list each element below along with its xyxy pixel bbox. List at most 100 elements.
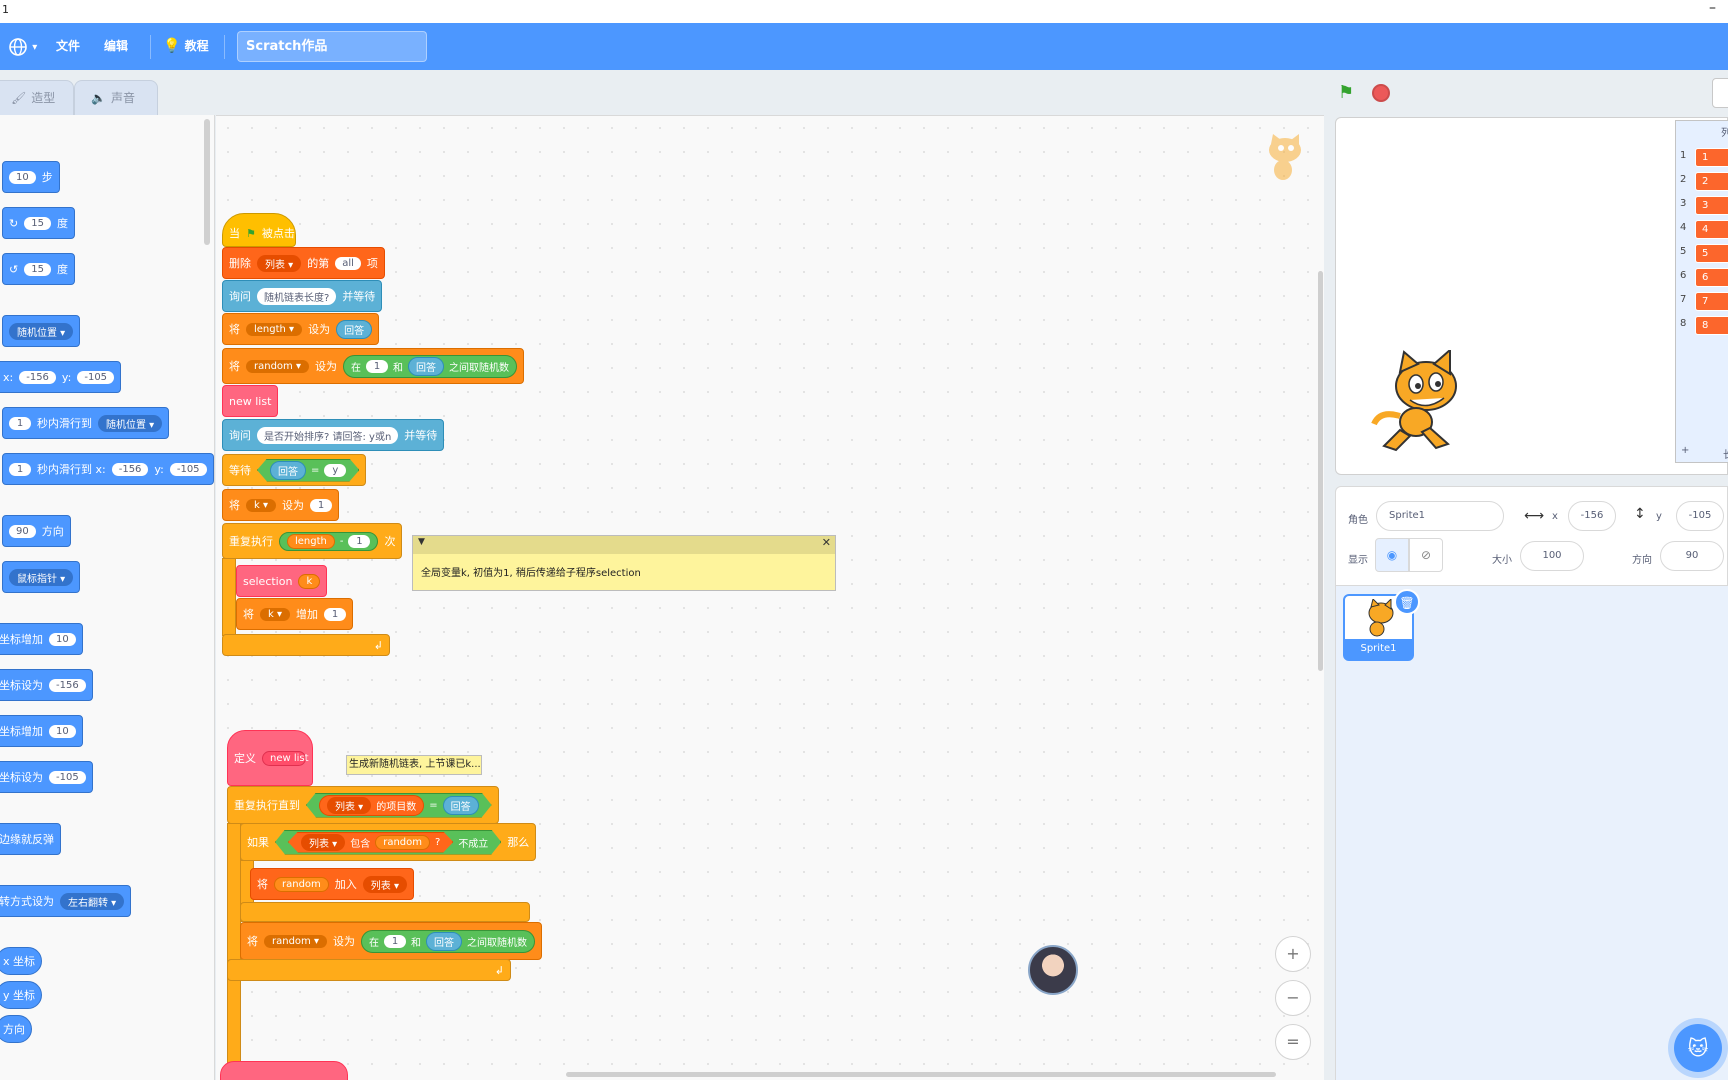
turn-left-block[interactable]: ↺ 15 度 (2, 253, 75, 285)
file-menu[interactable]: 文件 (56, 23, 80, 70)
point-direction-block[interactable]: 90 方向 (2, 515, 71, 547)
list-value[interactable]: 2 (1695, 172, 1728, 191)
list-value[interactable]: 7 (1695, 292, 1728, 311)
change-k-block[interactable]: 将 k 增加 1 (236, 598, 353, 630)
question-input[interactable]: 随机链表长度? (257, 287, 337, 305)
set-length-block[interactable]: 将 length 设为 回答 (222, 313, 380, 345)
pick-random-reporter[interactable]: 在 1 和 回答 之间取随机数 (361, 929, 535, 953)
minimize-button[interactable]: – (1709, 0, 1716, 16)
list-value[interactable]: 8 (1695, 316, 1728, 335)
move-steps-block[interactable]: 10 步 (2, 161, 60, 193)
glide-to-block[interactable]: 1 秒内滑行到 随机位置 (2, 407, 170, 439)
set-random-block[interactable]: 将 random 设为 在 1 和 回答 之间取随机数 (222, 348, 524, 384)
towards-dropdown[interactable]: 鼠标指针 (9, 568, 74, 586)
show-sprite-button[interactable]: ◉ (1375, 538, 1409, 572)
edit-menu[interactable]: 编辑 (104, 23, 128, 70)
list-dropdown[interactable]: 列表 (362, 875, 407, 893)
goto-xy-block[interactable]: x: -156 y: -105 (0, 361, 122, 393)
not-operator[interactable]: 列表 包含 random ? 不成立 (275, 830, 501, 855)
answer-reporter[interactable]: 回答 (426, 931, 462, 951)
direction-reporter[interactable]: 方向 (0, 1015, 32, 1043)
change-y-input[interactable]: 10 (49, 724, 76, 738)
delete-sprite-button[interactable]: 🗑 (1394, 589, 1420, 615)
ask-and-wait-block[interactable]: 询问 随机链表长度? 并等待 (222, 280, 383, 312)
answer-reporter[interactable]: 回答 (336, 319, 373, 339)
variable-dropdown[interactable]: random (246, 359, 309, 373)
answer-reporter[interactable]: 回答 (408, 356, 444, 376)
comment-header[interactable]: ▼ ✕ (413, 536, 835, 554)
x-input[interactable]: -156 (111, 462, 149, 476)
stage-layout-button[interactable] (1712, 78, 1728, 108)
x-input[interactable]: -156 (1568, 501, 1616, 531)
secs-input[interactable]: 1 (9, 416, 31, 430)
x-position-reporter[interactable]: x 坐标 (0, 947, 43, 975)
list-dropdown[interactable]: 列表 (327, 797, 371, 814)
bounce-block[interactable]: 边缘就反弹 (0, 823, 61, 855)
list-add-button[interactable]: + (1681, 445, 1689, 456)
zoom-reset-button[interactable]: = (1275, 1024, 1311, 1060)
stage[interactable] (1335, 117, 1728, 475)
answer-reporter[interactable]: 回答 (443, 796, 479, 815)
set-x-block[interactable]: 坐标设为 -156 (0, 669, 93, 701)
point-towards-block[interactable]: 鼠标指针 (2, 561, 81, 593)
value-input[interactable]: y (324, 464, 346, 477)
partial-define-hat[interactable] (220, 1061, 348, 1080)
y-position-reporter[interactable]: y 坐标 (0, 981, 43, 1009)
list-value[interactable]: 1 (1695, 148, 1728, 167)
variable-dropdown[interactable]: random (264, 934, 327, 948)
list-dropdown[interactable]: 列表 (257, 254, 302, 272)
list-value[interactable]: 3 (1695, 196, 1728, 215)
glide-xy-block[interactable]: 1 秒内滑行到 x: -156 y: -105 (2, 453, 214, 485)
project-title-input[interactable]: Scratch作品 (237, 31, 427, 62)
tutorials-menu[interactable]: 💡 教程 (163, 23, 209, 70)
new-list-call-block[interactable]: new list (222, 385, 279, 417)
tab-sounds[interactable]: 🔈 声音 (74, 80, 158, 115)
repeat-block[interactable]: 重复执行 length - 1 次 (222, 523, 403, 559)
change-x-input[interactable]: 10 (49, 632, 76, 646)
tab-costumes[interactable]: 🖌 造型 (0, 80, 74, 115)
set-k-block[interactable]: 将 k 设为 1 (222, 489, 339, 521)
secs-input[interactable]: 1 (9, 462, 31, 476)
value-input[interactable]: 1 (324, 607, 346, 621)
set-y-input[interactable]: -105 (49, 770, 86, 784)
stop-button[interactable] (1372, 84, 1390, 102)
degrees-input[interactable]: 15 (24, 262, 51, 276)
language-menu[interactable]: ▾ (8, 23, 37, 70)
list-value[interactable]: 4 (1695, 220, 1728, 239)
change-x-block[interactable]: 坐标增加 10 (0, 623, 83, 655)
length-reporter[interactable]: length (287, 533, 335, 549)
delete-list-item-block[interactable]: 删除 列表 的第 all 项 (222, 247, 385, 279)
turn-right-block[interactable]: ↻ 15 度 (2, 207, 75, 239)
value-input[interactable]: 1 (310, 498, 332, 512)
list-length-reporter[interactable]: 列表 的项目数 (319, 795, 424, 816)
set-y-block[interactable]: 坐标设为 -105 (0, 761, 93, 793)
rotation-style-block[interactable]: 转方式设为 左右翻转 (0, 885, 132, 917)
zoom-in-button[interactable]: + (1275, 936, 1311, 972)
equals-operator[interactable]: 回答 = y (257, 459, 359, 482)
degrees-input[interactable]: 15 (24, 216, 51, 230)
list-contains-boolean[interactable]: 列表 包含 random ? (288, 832, 453, 853)
pick-random-reporter[interactable]: 在 1 和 回答 之间取随机数 (343, 354, 517, 378)
random-reporter[interactable]: random (375, 835, 430, 850)
direction-input[interactable]: 90 (1660, 541, 1724, 571)
question-input[interactable]: 是否开始排序? 请回答: y或n (257, 426, 399, 444)
change-y-block[interactable]: 坐标增加 10 (0, 715, 83, 747)
from-input[interactable]: 1 (384, 934, 406, 948)
define-new-list-hat[interactable]: 定义 new list (227, 730, 313, 786)
x-input[interactable]: -156 (19, 370, 56, 384)
goto-random-block[interactable]: 随机位置 (2, 315, 81, 347)
workspace-horizontal-scrollbar[interactable] (566, 1072, 1276, 1077)
cat-sprite[interactable] (1370, 350, 1466, 454)
value-input[interactable]: 1 (348, 534, 371, 548)
y-input[interactable]: -105 (169, 462, 207, 476)
goto-target-dropdown[interactable]: 随机位置 (9, 322, 74, 340)
close-icon[interactable]: ✕ (822, 536, 831, 549)
collapse-icon[interactable]: ▼ (418, 537, 425, 547)
k-reporter[interactable]: k (298, 573, 321, 589)
zoom-out-button[interactable]: − (1275, 980, 1311, 1016)
size-input[interactable]: 100 (1520, 541, 1584, 571)
list-monitor[interactable]: 列 11 22 33 44 55 66 77 88 + 长 (1675, 120, 1728, 463)
index-input[interactable]: all (335, 256, 361, 270)
selection-call-block[interactable]: selection k (236, 565, 328, 597)
random-reporter[interactable]: random (274, 876, 329, 892)
